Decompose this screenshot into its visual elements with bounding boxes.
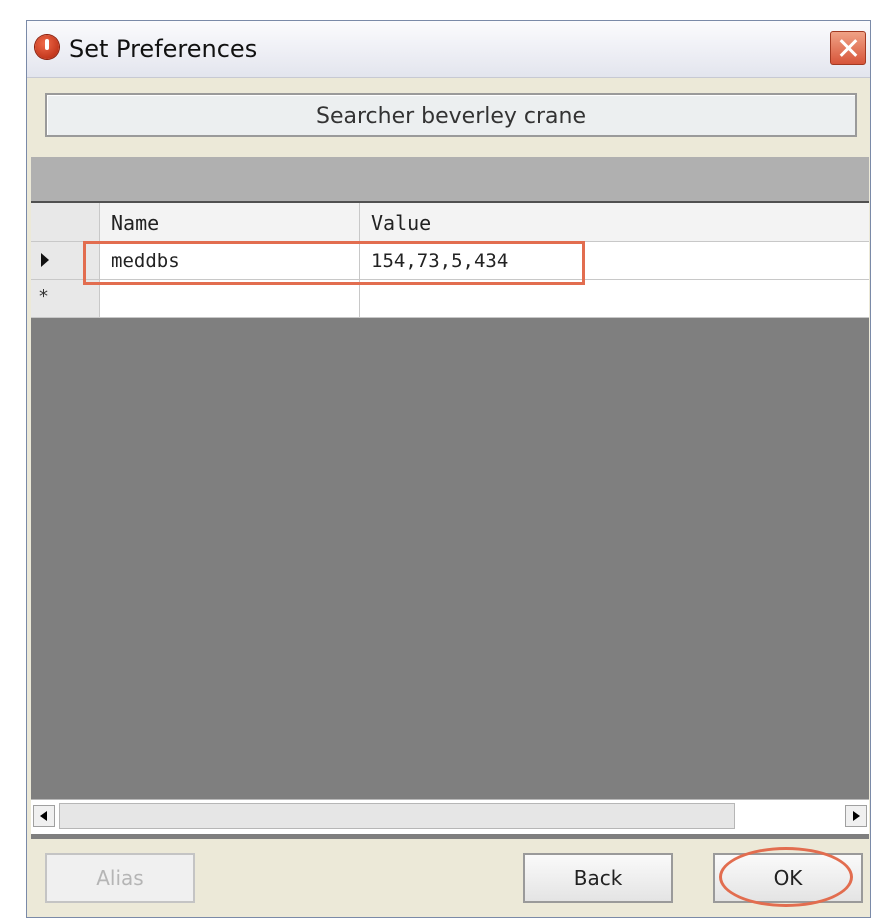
scroll-left-icon[interactable] [33,805,55,827]
window-title: Set Preferences [69,35,258,63]
grid-column-headers: Name Value [31,203,869,242]
column-header-name[interactable]: Name [105,203,360,241]
column-header-name-label: Name [111,211,160,235]
app-logo-icon [35,35,59,59]
row-selector-header [31,203,100,241]
close-icon[interactable] [830,31,866,65]
column-header-value[interactable]: Value [365,203,869,241]
new-cell-name[interactable] [105,280,360,317]
new-cell-value[interactable] [365,280,869,317]
set-preferences-dialog: Set Preferences Searcher beverley crane … [26,20,871,918]
new-row-asterisk-icon: * [39,286,48,307]
scroll-right-icon[interactable] [845,805,867,827]
searcher-label: Searcher beverley crane [315,104,586,129]
horizontal-scrollbar[interactable] [31,799,869,834]
alias-button[interactable]: Alias [45,853,195,903]
searcher-header: Searcher beverley crane [45,93,857,137]
scroll-thumb[interactable] [59,803,735,829]
row-highlight-annotation [83,241,585,285]
ok-highlight-annotation [719,847,853,907]
back-button[interactable]: Back [523,853,673,903]
new-table-row[interactable]: * [31,280,869,318]
column-header-value-label: Value [371,211,432,235]
current-row-arrow-icon [41,253,49,267]
title-bar[interactable]: Set Preferences [27,21,870,78]
grid-caption-bar [31,157,869,203]
new-row-selector[interactable]: * [31,280,100,317]
